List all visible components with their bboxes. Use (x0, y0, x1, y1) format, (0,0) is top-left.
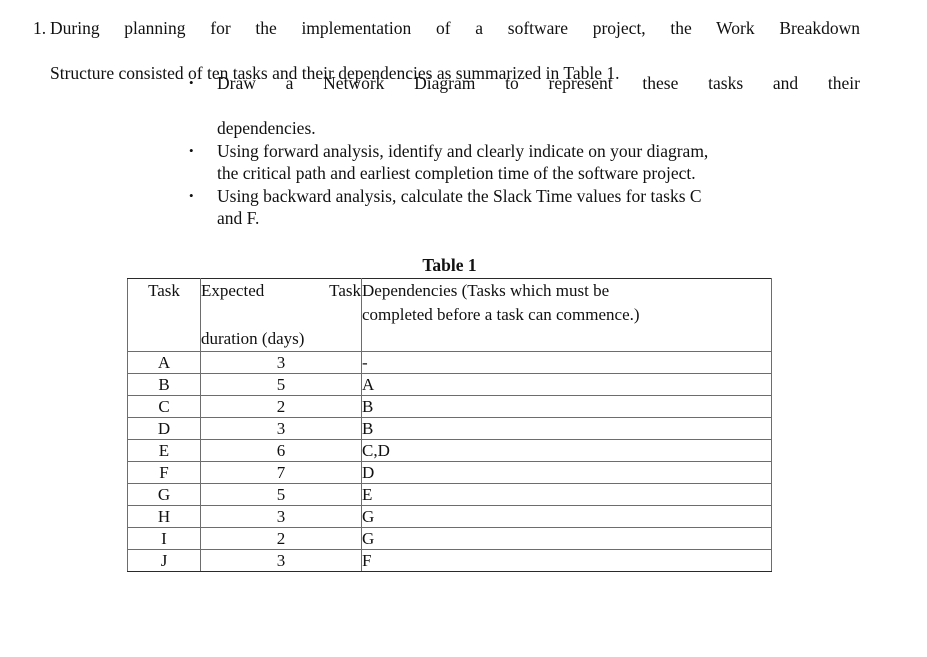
bullet-text-line-1: Using backward analysis, calculate the S… (217, 185, 702, 206)
bullet-list: • Draw a Network Diagram to represent th… (188, 72, 860, 230)
list-item: • Using forward analysis, identify and c… (188, 140, 860, 185)
cell-task: F (127, 461, 201, 484)
table-header: Task Expected Task duration (days) Depen… (127, 278, 772, 352)
list-item: • Using backward analysis, calculate the… (188, 185, 860, 230)
table-row: I 2 G (127, 527, 772, 550)
cell-duration: 5 (200, 373, 362, 396)
cell-task: A (127, 351, 201, 374)
cell-dependencies: A (361, 373, 772, 396)
column-header-dependencies-line-2: completed before a task can commence.) (362, 305, 640, 324)
cell-task: G (127, 483, 201, 506)
cell-task: I (127, 527, 201, 550)
bullet-text: Using backward analysis, calculate the S… (217, 185, 860, 230)
column-header-dependencies: Dependencies (Tasks which must be comple… (361, 278, 772, 352)
cell-dependencies: G (361, 527, 772, 550)
bullet-point-icon: • (189, 142, 194, 158)
cell-dependencies: B (361, 395, 772, 418)
cell-dependencies: - (361, 351, 772, 374)
table-row: A 3 - (127, 351, 772, 374)
table-row: H 3 G (127, 505, 772, 528)
table-body: A 3 - B 5 A C 2 B D 3 B E 6 C,D F 7 D G … (127, 351, 772, 572)
column-header-duration-line-2: duration (days) (201, 329, 305, 348)
cell-task: J (127, 549, 201, 572)
column-header-dependencies-line-1: Dependencies (Tasks which must be (362, 281, 610, 300)
table-row: C 2 B (127, 395, 772, 418)
cell-duration: 5 (200, 483, 362, 506)
cell-task: B (127, 373, 201, 396)
table-header-row: Task Expected Task duration (days) Depen… (127, 278, 772, 352)
cell-dependencies: E (361, 483, 772, 506)
table-row: G 5 E (127, 483, 772, 506)
table-row: E 6 C,D (127, 439, 772, 462)
bullet-text: Using forward analysis, identify and cle… (217, 140, 860, 185)
bullet-text: Draw a Network Diagram to represent thes… (217, 72, 860, 140)
cell-duration: 6 (200, 439, 362, 462)
document-page: 1. During planning for the implementatio… (0, 0, 927, 657)
cell-dependencies: D (361, 461, 772, 484)
cell-duration: 3 (200, 351, 362, 374)
list-item: • Draw a Network Diagram to represent th… (188, 72, 860, 140)
cell-duration: 3 (200, 505, 362, 528)
cell-task: D (127, 417, 201, 440)
column-header-duration-line-1: Expected Task (201, 281, 361, 300)
cell-dependencies: G (361, 505, 772, 528)
cell-dependencies: C,D (361, 439, 772, 462)
question-number: 1. (33, 18, 47, 38)
table-row: D 3 B (127, 417, 772, 440)
cell-duration: 3 (200, 549, 362, 572)
cell-duration: 2 (200, 527, 362, 550)
column-header-duration: Expected Task duration (days) (200, 278, 362, 352)
bullet-point-icon: • (189, 75, 194, 90)
bullet-text-line-2: dependencies. (217, 118, 316, 138)
bullet-text-line-1: Using forward analysis, identify and cle… (217, 140, 709, 161)
table-row: J 3 F (127, 549, 772, 572)
cell-duration: 2 (200, 395, 362, 418)
cell-task: H (127, 505, 201, 528)
column-header-task: Task (127, 278, 201, 352)
cell-duration: 3 (200, 417, 362, 440)
question-text-line-1: During planning for the implementation o… (50, 18, 860, 38)
cell-task: C (127, 395, 201, 418)
task-dependency-table: Task Expected Task duration (days) Depen… (127, 278, 772, 572)
cell-task: E (127, 439, 201, 462)
cell-dependencies: B (361, 417, 772, 440)
bullet-text-line-1: Draw a Network Diagram to represent thes… (217, 73, 860, 93)
table-row: F 7 D (127, 461, 772, 484)
bullet-point-icon: • (189, 187, 194, 203)
cell-duration: 7 (200, 461, 362, 484)
table-row: B 5 A (127, 373, 772, 396)
table-caption: Table 1 (422, 255, 477, 275)
bullet-text-line-2: and F. (217, 208, 260, 228)
cell-dependencies: F (361, 549, 772, 572)
bullet-text-line-2: the critical path and earliest completio… (217, 163, 696, 183)
